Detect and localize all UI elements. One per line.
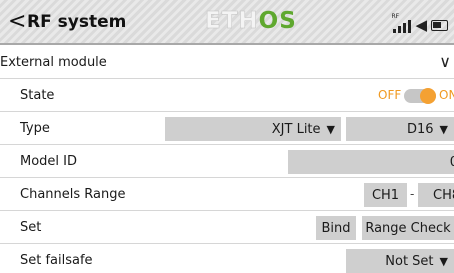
section-label: External module <box>0 55 107 70</box>
channel-start-field[interactable]: CH1 <box>364 183 407 207</box>
state-off-label: OFF <box>378 88 402 102</box>
failsafe-value: Not Set <box>385 253 434 269</box>
dropdown-arrow-icon: ▼ <box>439 122 448 136</box>
channel-start-value: CH1 <box>371 187 400 203</box>
toggle-knob <box>420 88 436 104</box>
title-bar: < RF system ETHOS RF ◀ <box>0 0 454 45</box>
channels-range-row: Channels Range CH1 - CH8 <box>0 179 454 211</box>
failsafe-dropdown[interactable]: Not Set ▼ <box>346 249 454 273</box>
bind-button[interactable]: Bind <box>316 216 356 240</box>
bind-button-label: Bind <box>321 220 351 236</box>
model-id-value: 0 <box>449 154 454 170</box>
chevron-down-icon[interactable]: ∨ <box>439 52 451 71</box>
channel-end-value: CH8 <box>433 187 454 203</box>
model-id-field[interactable]: 0 <box>288 150 454 174</box>
mode-dropdown[interactable]: D16 ▼ <box>346 117 454 141</box>
range-separator: - <box>410 187 415 201</box>
state-label: State <box>20 88 55 103</box>
speaker-icon[interactable]: ◀ <box>415 17 427 33</box>
back-chevron-icon[interactable]: < <box>8 10 26 34</box>
mode-value: D16 <box>406 121 434 137</box>
range-check-button-label: Range Check <box>365 220 451 236</box>
state-toggle[interactable] <box>404 88 436 104</box>
external-module-section[interactable]: External module ∨ <box>0 47 454 79</box>
ethos-logo: ETHOS <box>205 8 297 35</box>
model-id-row: Model ID 0 <box>0 146 454 178</box>
signal-icon: RF <box>391 13 412 33</box>
channel-end-field[interactable]: CH8 <box>418 183 454 207</box>
protocol-dropdown[interactable]: XJT Lite ▼ <box>165 117 341 141</box>
type-row: Type XJT Lite ▼ D16 ▼ <box>0 113 454 145</box>
model-id-label: Model ID <box>20 154 78 169</box>
page-title[interactable]: RF system <box>27 12 126 32</box>
dropdown-arrow-icon: ▼ <box>439 254 448 268</box>
type-label: Type <box>20 121 50 136</box>
channels-range-label: Channels Range <box>20 187 126 202</box>
failsafe-label: Set failsafe <box>20 253 93 268</box>
range-check-button[interactable]: Range Check <box>362 216 454 240</box>
set-row: Set Bind Range Check <box>0 212 454 244</box>
set-label: Set <box>20 220 42 235</box>
state-on-label: ON <box>439 88 454 102</box>
status-icons: RF ◀ <box>391 13 448 33</box>
failsafe-row: Set failsafe Not Set ▼ <box>0 245 454 273</box>
state-row: State OFF ON <box>0 80 454 112</box>
battery-icon <box>431 20 448 31</box>
dropdown-arrow-icon: ▼ <box>326 122 335 136</box>
protocol-value: XJT Lite <box>271 121 321 137</box>
